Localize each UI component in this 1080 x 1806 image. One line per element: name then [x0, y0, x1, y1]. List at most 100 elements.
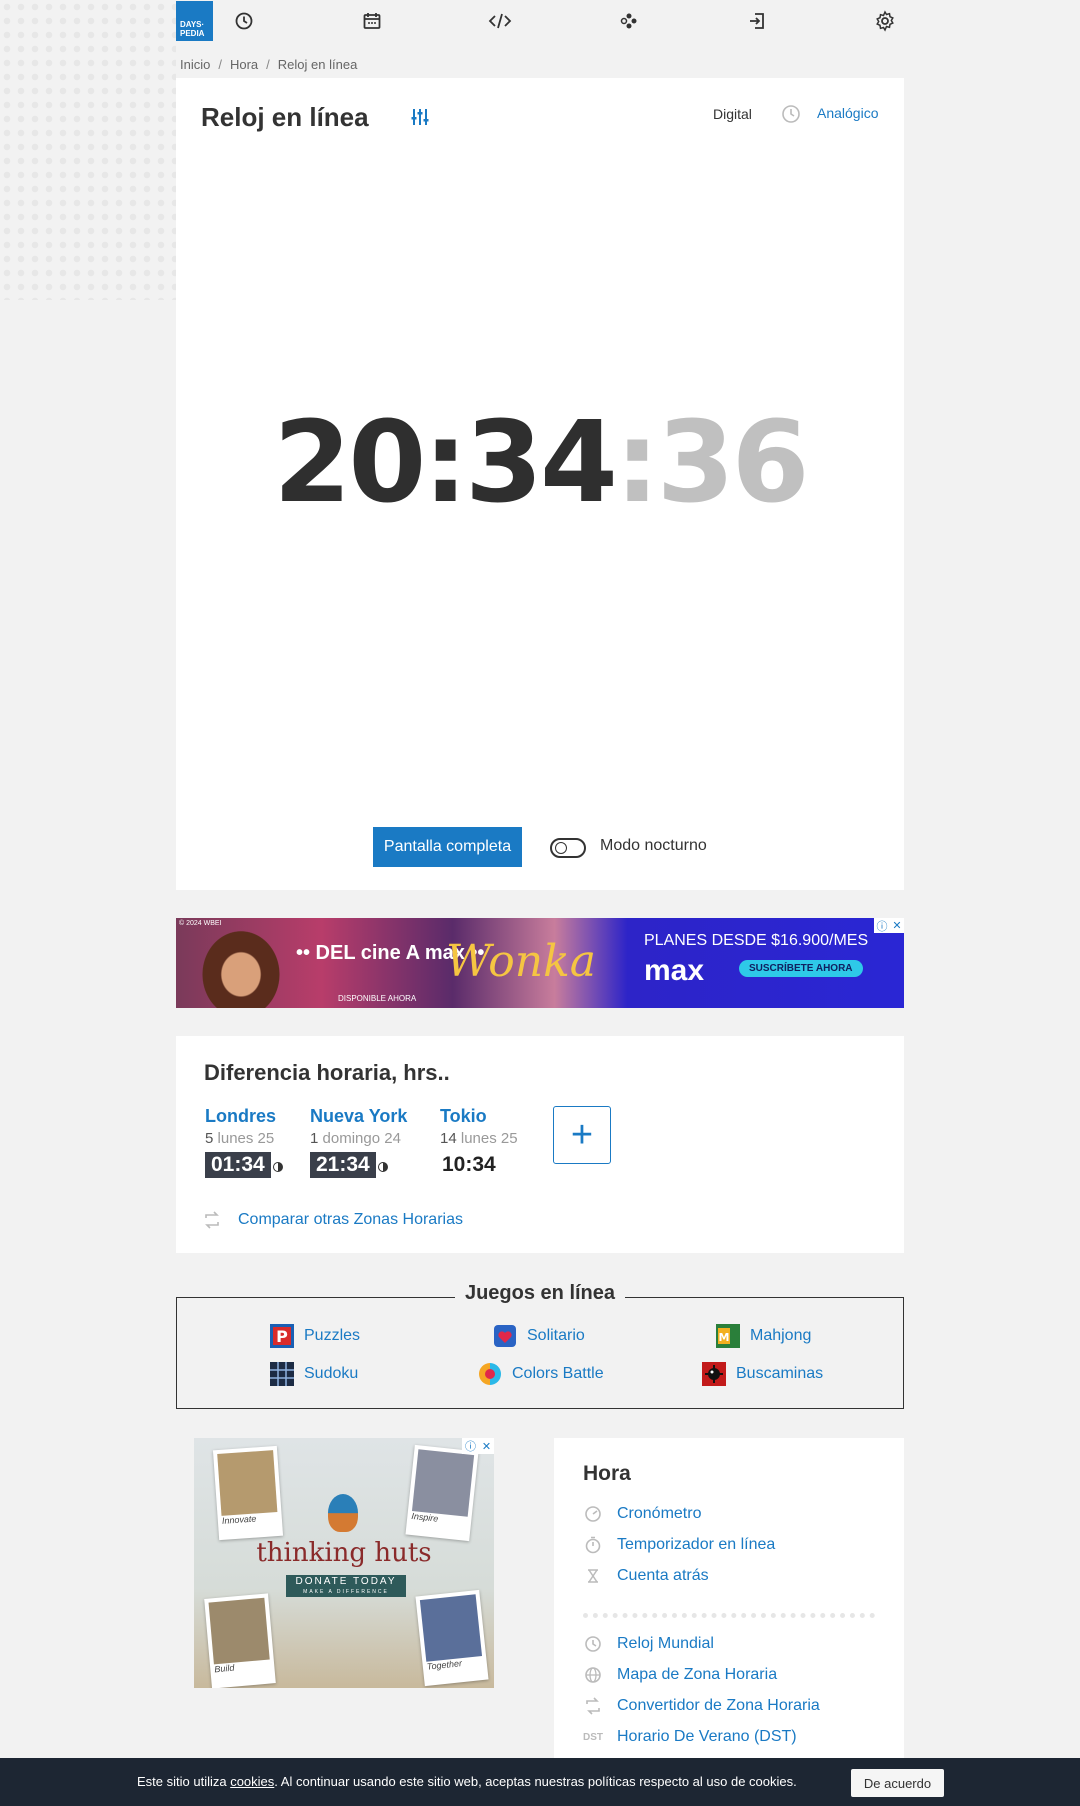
- gear-icon[interactable]: [870, 6, 900, 36]
- ad-close-icon[interactable]: ⓘ ✕: [462, 1438, 494, 1454]
- link-label: Cuenta atrás: [617, 1567, 709, 1584]
- game-solitario[interactable]: Solitario: [493, 1324, 585, 1348]
- city-weekday: lunes 25: [460, 1130, 518, 1147]
- city-day: 14 lunes 25: [440, 1130, 518, 1147]
- mahjong-icon: M: [716, 1324, 740, 1348]
- game-label: Puzzles: [304, 1327, 361, 1344]
- game-label: Sudoku: [304, 1365, 359, 1382]
- breadcrumb-separator: /: [266, 57, 270, 72]
- ad-square[interactable]: Innovate Inspire thinking huts DONATE TO…: [194, 1438, 494, 1688]
- game-puzzles[interactable]: P Puzzles: [270, 1324, 360, 1348]
- logo-line2: PEDIA: [180, 29, 205, 38]
- link-label: Cronómetro: [617, 1505, 702, 1522]
- mode-analog[interactable]: Analógico: [817, 105, 879, 121]
- ad-photo: Build: [204, 1593, 276, 1688]
- minesweeper-icon: [702, 1362, 726, 1386]
- link-mapa-zona-horaria[interactable]: Mapa de Zona Horaria: [583, 1665, 777, 1685]
- svg-text:M: M: [719, 1331, 730, 1344]
- game-colors-battle[interactable]: Colors Battle: [478, 1362, 604, 1386]
- sudoku-icon: [270, 1362, 294, 1386]
- breadcrumb-inicio[interactable]: Inicio: [180, 57, 210, 72]
- ad-photo: Together: [415, 1589, 489, 1687]
- stopwatch-icon: [583, 1504, 603, 1524]
- mode-digital[interactable]: Digital: [713, 106, 752, 122]
- city-time: 10:34: [442, 1153, 496, 1176]
- game-label: Solitario: [527, 1327, 585, 1344]
- ad-donate-button[interactable]: DONATE TODAY MAKE A DIFFERENCE: [286, 1575, 406, 1597]
- ad-caption: Together: [426, 1658, 463, 1672]
- city-tokio[interactable]: Tokio 14 lunes 25 10:34: [440, 1106, 518, 1178]
- ad-caption: Build: [213, 1662, 235, 1675]
- kingfisher-icon: [328, 1494, 358, 1532]
- city-name[interactable]: Londres: [205, 1106, 283, 1127]
- city-weekday: domingo 24: [322, 1130, 401, 1147]
- add-city-button[interactable]: +: [553, 1106, 611, 1164]
- link-label: Mapa de Zona Horaria: [617, 1666, 778, 1683]
- link-reloj-mundial[interactable]: Reloj Mundial: [583, 1634, 714, 1654]
- ad-donate-label: DONATE TODAY: [295, 1576, 397, 1587]
- ad-banner[interactable]: © 2024 WBEI •• DEL cine A max •• DISPONI…: [176, 918, 904, 1008]
- city-offset: 1: [310, 1130, 319, 1147]
- puzzles-icon: P: [270, 1324, 294, 1348]
- games-title-text: Juegos en línea: [454, 1282, 626, 1304]
- games-title: Juegos en línea: [177, 1282, 903, 1305]
- link-cuenta-atras[interactable]: Cuenta atrás: [583, 1566, 709, 1586]
- city-weekday: lunes 25: [217, 1130, 275, 1147]
- game-sudoku[interactable]: Sudoku: [270, 1362, 358, 1386]
- compare-timezones-link[interactable]: Comparar otras Zonas Horarias: [202, 1210, 463, 1230]
- link-cronometro[interactable]: Cronómetro: [583, 1504, 701, 1524]
- game-mahjong[interactable]: M Mahjong: [716, 1324, 811, 1348]
- link-temporizador[interactable]: Temporizador en línea: [583, 1535, 775, 1555]
- ad-caption: Innovate: [221, 1513, 257, 1526]
- ad-donate-sub: MAKE A DIFFERENCE: [303, 1589, 389, 1595]
- analog-clock-icon: [781, 104, 801, 129]
- dst-icon: DST: [583, 1731, 603, 1743]
- hora-title: Hora: [583, 1462, 631, 1485]
- cookie-link[interactable]: cookies: [230, 1774, 274, 1789]
- city-name[interactable]: Tokio: [440, 1106, 518, 1127]
- city-nueva-york[interactable]: Nueva York 1 domingo 24 21:34: [310, 1106, 407, 1178]
- digital-clock: 20:34:36: [176, 398, 904, 528]
- clock-panel: Reloj en línea Digital Analógico 20:34:3…: [176, 78, 904, 890]
- ad-close-icon[interactable]: ⓘ ✕: [874, 918, 904, 933]
- games-icon[interactable]: [614, 6, 644, 36]
- countdown-icon: [583, 1566, 603, 1586]
- games-box: Juegos en línea P Puzzles Solitario M Ma…: [176, 1282, 904, 1409]
- divider: [583, 1613, 875, 1618]
- clock-icon[interactable]: [229, 6, 259, 36]
- link-label: Reloj Mundial: [617, 1635, 714, 1652]
- clock-seconds: :36: [614, 398, 810, 528]
- night-mode-toggle[interactable]: [550, 838, 586, 858]
- cookie-text-after: . Al continuar usando este sitio web, ac…: [274, 1774, 797, 1789]
- timer-icon: [583, 1535, 603, 1555]
- ad-photo-image: [208, 1597, 270, 1665]
- ad-cta-button[interactable]: SUSCRÍBETE AHORA: [739, 960, 863, 977]
- city-name[interactable]: Nueva York: [310, 1106, 407, 1127]
- ad-photo: Innovate: [212, 1445, 284, 1541]
- night-icon: [272, 1161, 283, 1172]
- city-londres[interactable]: Londres 5 lunes 25 01:34: [205, 1106, 283, 1178]
- time-difference-title: Diferencia horaria, hrs..: [204, 1060, 450, 1085]
- city-day: 5 lunes 25: [205, 1130, 283, 1147]
- accept-cookies-button[interactable]: De acuerdo: [851, 1769, 944, 1797]
- game-label: Mahjong: [750, 1327, 812, 1344]
- breadcrumb-hora[interactable]: Hora: [230, 57, 258, 72]
- code-icon[interactable]: [485, 6, 515, 36]
- ad-movie-title: Wonka: [446, 936, 596, 987]
- ad-copyright: © 2024 WBEI: [179, 920, 222, 927]
- ad-available: DISPONIBLE AHORA: [338, 994, 417, 1003]
- site-logo[interactable]: DAYS· PEDIA: [176, 1, 213, 41]
- calendar-icon[interactable]: [357, 6, 387, 36]
- link-convertidor[interactable]: Convertidor de Zona Horaria: [583, 1696, 820, 1716]
- compare-label: Comparar otras Zonas Horarias: [238, 1211, 463, 1228]
- ad-image: [196, 924, 286, 1008]
- login-icon[interactable]: [742, 6, 772, 36]
- ad-photo: Inspire: [405, 1444, 479, 1542]
- link-dst[interactable]: DST Horario De Verano (DST): [583, 1727, 797, 1747]
- fullscreen-button[interactable]: Pantalla completa: [373, 827, 522, 867]
- globe-icon: [583, 1665, 603, 1685]
- game-buscaminas[interactable]: Buscaminas: [702, 1362, 823, 1386]
- city-offset: 5: [205, 1130, 214, 1147]
- settings-sliders-icon[interactable]: [409, 106, 431, 133]
- time-difference-panel: Diferencia horaria, hrs.. Londres 5 lune…: [176, 1036, 904, 1253]
